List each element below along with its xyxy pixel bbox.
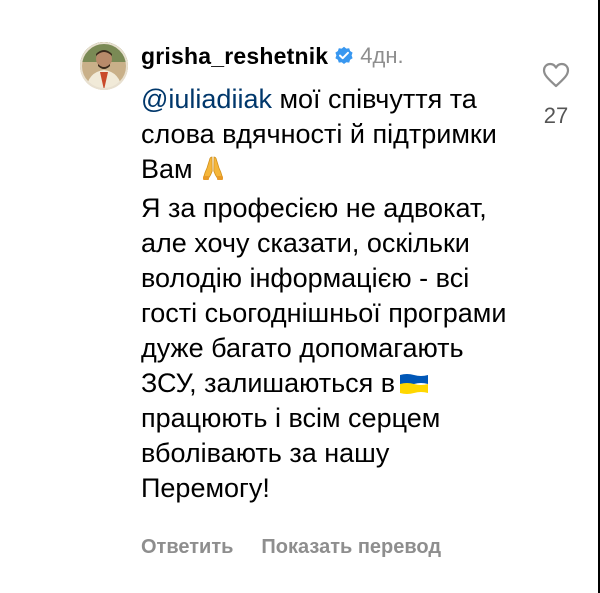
- ukraine-flag-icon: [399, 369, 429, 394]
- heart-outline-icon[interactable]: [536, 62, 576, 93]
- verified-badge-icon: [334, 46, 354, 66]
- comment-actions: Ответить Показать перевод: [141, 536, 441, 559]
- comment-paragraph-2: Я за професією не адвокат, але хочу сказ…: [141, 191, 521, 506]
- username-link[interactable]: grisha_reshetnik: [141, 43, 328, 70]
- comment-timestamp: 4дн.: [360, 43, 404, 68]
- comment-paragraph-1: @iuliadiiak мої співчуття та слова вдячн…: [141, 82, 521, 191]
- translate-button[interactable]: Показать перевод: [261, 536, 441, 559]
- comment-header: grisha_reshetnik 4дн.: [141, 42, 404, 70]
- like-count: 27: [543, 103, 569, 128]
- comment-text-2: Я за професією не адвокат, але хочу сказ…: [141, 193, 507, 398]
- comment-text-3: працюють і всім серцем вболівають за наш…: [141, 403, 441, 503]
- mention-link[interactable]: @iuliadiiak: [141, 84, 272, 114]
- reply-button[interactable]: Ответить: [141, 536, 233, 559]
- avatar[interactable]: [80, 42, 128, 90]
- like-section: 27: [536, 62, 576, 129]
- comment-body: @iuliadiiak мої співчуття та слова вдячн…: [141, 82, 521, 506]
- pray-emoji-icon: [199, 154, 227, 191]
